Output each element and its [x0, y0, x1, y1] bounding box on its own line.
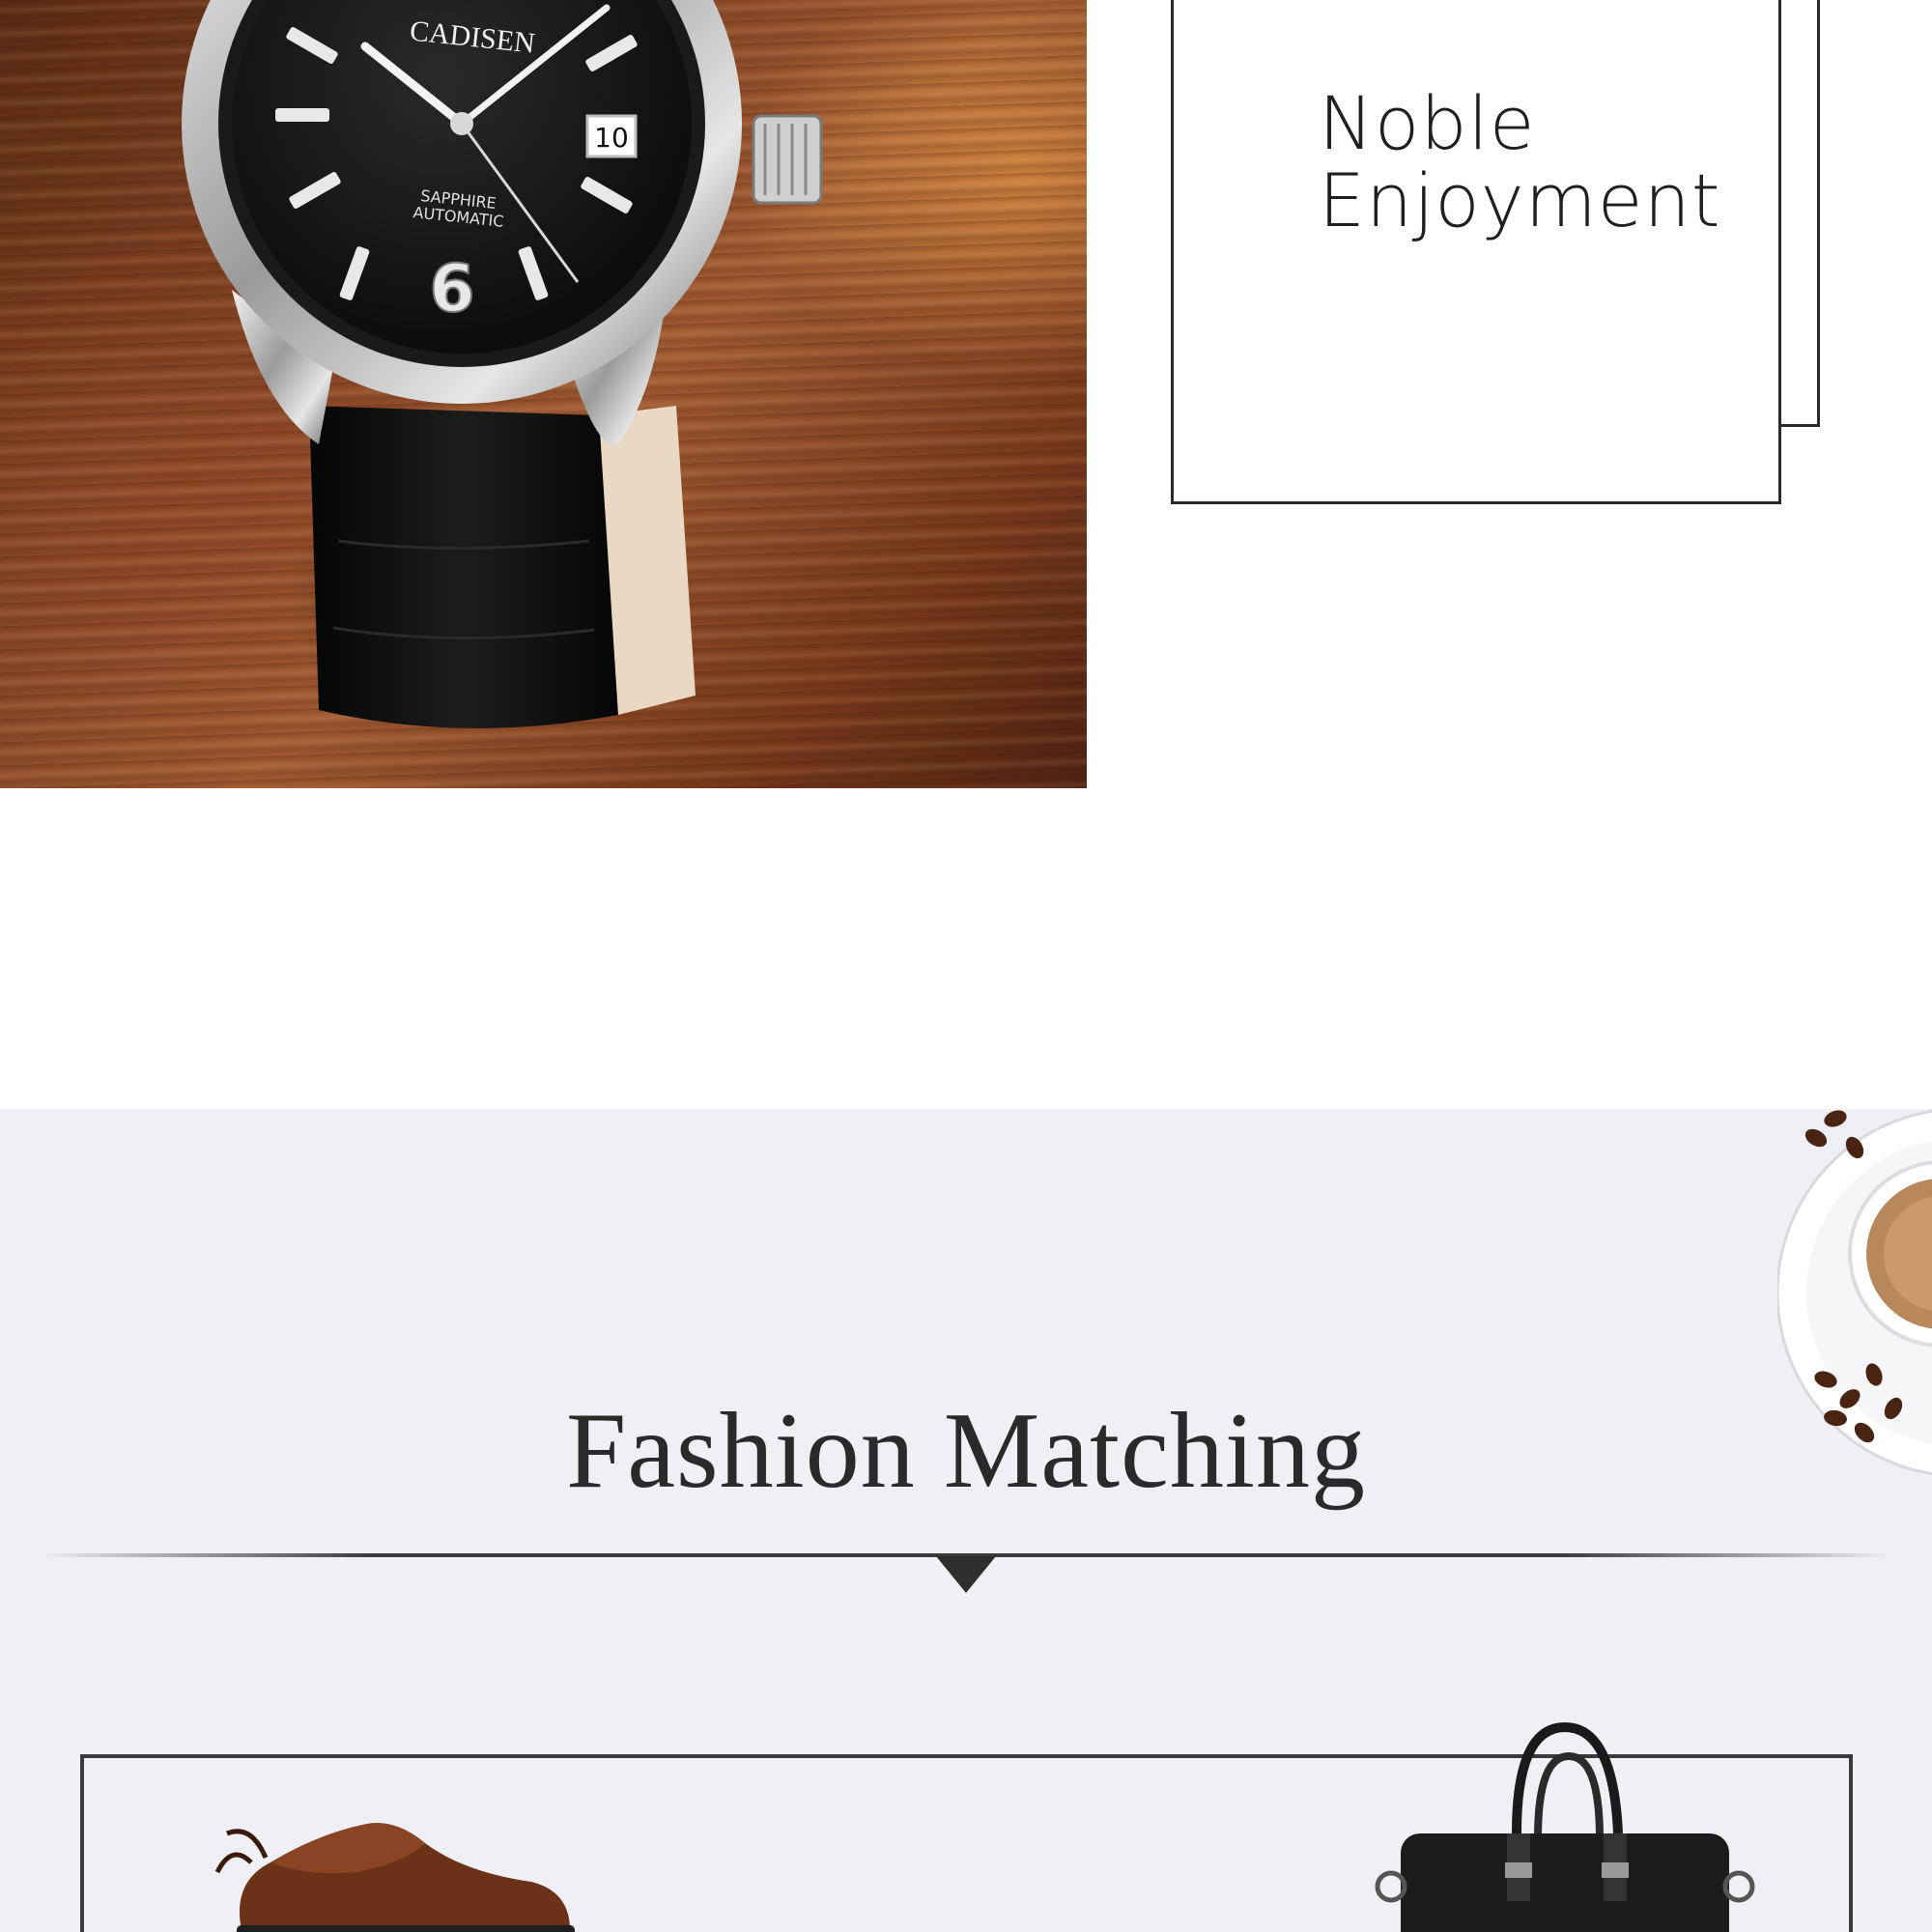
watch-illustration: 10 CADISEN SAPPHIRE AUTOMATIC 6: [182, 0, 823, 728]
section-title: Fashion Matching: [566, 1391, 1366, 1511]
leather-shoe-icon: [214, 1823, 575, 1932]
top-section: 10 CADISEN SAPPHIRE AUTOMATIC 6 Noble En…: [0, 0, 1932, 1109]
leather-briefcase-icon: [1375, 1721, 1755, 1932]
card-heading: Noble Enjoyment: [1319, 85, 1721, 240]
watch-photo: 10 CADISEN SAPPHIRE AUTOMATIC 6: [0, 0, 1087, 788]
text-card: Noble Enjoyment: [1171, 0, 1781, 504]
fashion-matching-section: Fashion Matching: [0, 1109, 1932, 1932]
card-line2: Enjoyment: [1319, 157, 1721, 243]
card-line1: Noble: [1319, 80, 1536, 166]
numeral-six: 6: [429, 251, 474, 327]
date-value: 10: [594, 122, 629, 154]
watch-strap: [309, 406, 618, 728]
divider-arrow-icon: [936, 1556, 996, 1593]
